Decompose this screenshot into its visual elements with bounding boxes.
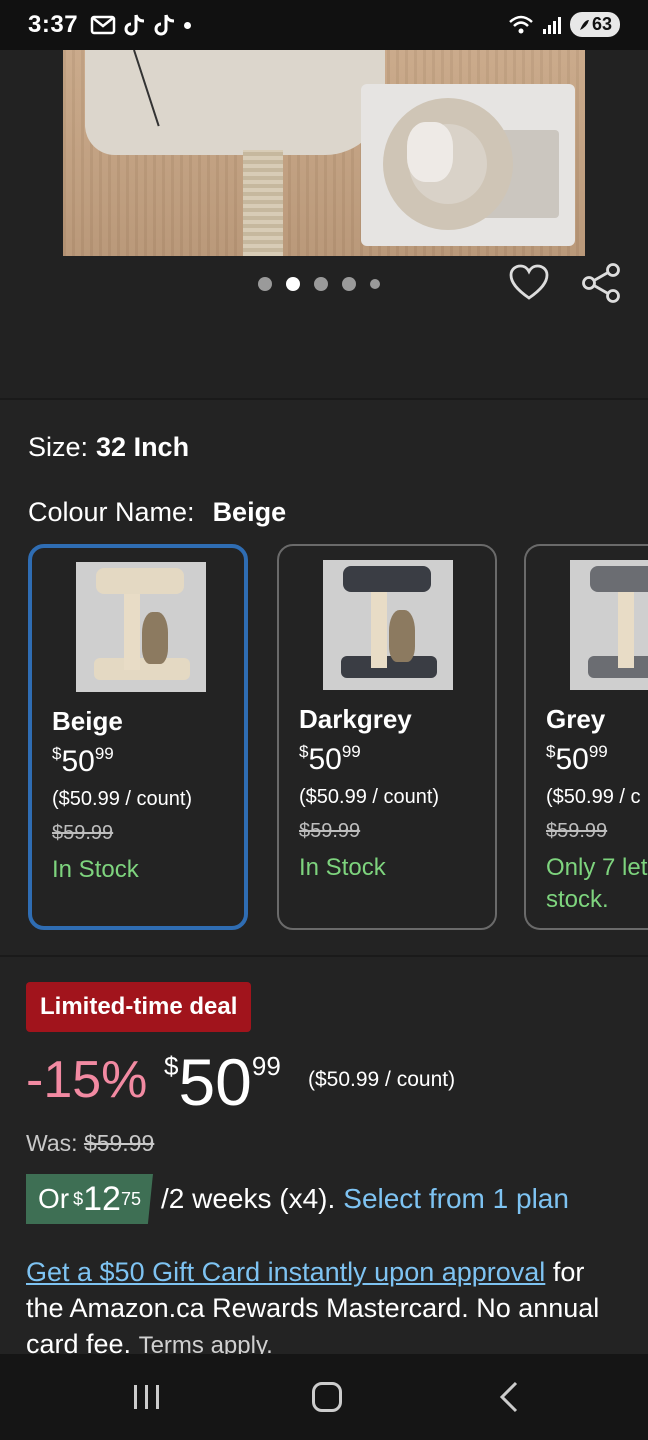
swatch-price: $5099 <box>299 742 361 776</box>
thumb-post <box>371 590 387 668</box>
heart-icon[interactable] <box>508 262 550 304</box>
thumb-post <box>618 590 634 668</box>
wifi-icon <box>509 15 533 33</box>
tiktok-icon <box>124 14 145 36</box>
thumb-cat <box>142 612 168 664</box>
colour-value: Beige <box>212 497 287 527</box>
swatch-stock: In Stock <box>299 854 386 881</box>
pager-dot[interactable] <box>370 279 380 289</box>
was-price: Was: $59.99 <box>26 1130 155 1156</box>
android-nav-bar <box>0 1354 648 1440</box>
section-divider <box>0 955 648 957</box>
dot-icon <box>184 21 192 29</box>
thumb-cat <box>389 610 415 662</box>
deal-unit-price: ($50.99 / count) <box>308 1068 456 1091</box>
image-pager[interactable] <box>258 277 380 291</box>
thumb-bed <box>590 566 648 592</box>
signal-icon <box>542 16 561 34</box>
size-value: 32 Inch <box>96 432 190 462</box>
back-icon[interactable] <box>496 1380 524 1414</box>
pager-dot-active[interactable] <box>286 277 300 291</box>
cat-bed <box>85 50 385 155</box>
swatch-price: $5099 <box>546 742 608 776</box>
pager-dot[interactable] <box>314 277 328 291</box>
swatch-name: Darkgrey <box>299 704 412 734</box>
credit-card-promo: Get a $50 Gift Card instantly upon appro… <box>26 1254 626 1364</box>
colour-swatch-grey[interactable]: Grey $5099 ($50.99 / c $59.99 Only 7 let… <box>524 544 648 930</box>
colour-swatch-beige[interactable]: Beige $5099 ($50.99 / count) $59.99 In S… <box>28 544 248 930</box>
pager-dot[interactable] <box>258 277 272 291</box>
product-image[interactable] <box>63 50 585 256</box>
swatch-name: Grey <box>546 704 606 734</box>
home-icon[interactable] <box>312 1382 342 1412</box>
status-time: 3:37 <box>28 11 79 38</box>
installment-row: Or $12 75 /2 weeks (x4). Select from 1 pla… <box>26 1174 569 1224</box>
size-label: Size: <box>28 432 89 462</box>
section-divider <box>0 398 648 400</box>
swatch-stock: In Stock <box>52 856 139 883</box>
status-right: 63 <box>508 12 620 37</box>
mail-icon <box>90 15 116 35</box>
swatch-thumbnail <box>76 562 206 692</box>
installment-text: /2 weeks (x4). <box>160 1183 336 1214</box>
swatch-thumbnail <box>323 560 453 690</box>
colour-label: Colour Name: <box>28 497 195 527</box>
battery-level: 63 <box>591 14 612 34</box>
thumb-post <box>124 592 140 670</box>
swatch-was-price: $59.99 <box>52 822 114 844</box>
discount-percent: -15% <box>26 1051 148 1109</box>
thumb-base <box>341 656 437 678</box>
limited-time-deal-badge: Limited-time deal <box>26 982 252 1032</box>
battery-icon: 63 <box>569 12 620 37</box>
deal-price: $5099 <box>164 1045 281 1119</box>
gift-card-link[interactable]: Get a $50 Gift Card instantly upon appro… <box>26 1257 545 1287</box>
select-plan-link[interactable]: Select from 1 plan <box>343 1183 569 1215</box>
swatch-was-price: $59.99 <box>299 820 361 842</box>
share-icon[interactable] <box>580 262 622 304</box>
thumb-bed <box>343 566 431 592</box>
recent-apps-icon[interactable] <box>133 1384 161 1410</box>
inset-photo <box>361 84 575 246</box>
pager-dot[interactable] <box>342 277 356 291</box>
installment-badge: Or $12 75 <box>26 1174 153 1224</box>
swatch-unit-price: ($50.99 / count) <box>52 788 193 810</box>
colour-swatch-darkgrey[interactable]: Darkgrey $5099 ($50.99 / count) $59.99 I… <box>277 544 497 930</box>
swatch-name: Beige <box>52 706 123 736</box>
notification-icons <box>90 13 192 37</box>
swatch-thumbnail <box>570 560 648 690</box>
swatch-unit-price: ($50.99 / c <box>546 786 641 808</box>
tiktok-icon <box>154 14 175 36</box>
thumb-base <box>94 658 190 680</box>
swatch-price: $5099 <box>52 744 114 778</box>
swatch-unit-price: ($50.99 / count) <box>299 786 440 808</box>
battery-saver-icon <box>579 19 589 30</box>
product-image-gallery[interactable] <box>0 50 648 400</box>
thumb-bed <box>96 568 184 594</box>
scratching-post <box>243 150 283 256</box>
swatch-was-price: $59.99 <box>546 820 608 842</box>
size-row: Size: 32 Inch <box>28 432 189 463</box>
swatch-stock: Only 7 let stock. <box>546 854 648 913</box>
colour-row: Colour Name: Beige <box>28 497 286 528</box>
inset-bed-center <box>407 122 453 182</box>
status-bar: 3:37 63 <box>0 0 648 50</box>
